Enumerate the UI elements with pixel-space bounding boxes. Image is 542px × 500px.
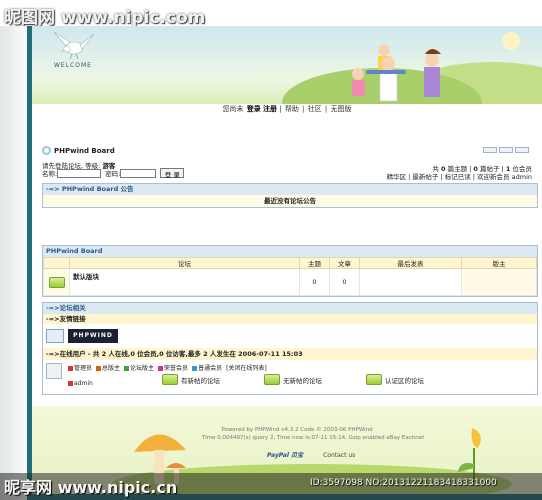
powered-line-1: Powered by PHPWind v4.3.2 Code © 2003-06… — [221, 427, 373, 433]
newest-member-link[interactable]: admin — [512, 173, 532, 181]
link-icon — [46, 329, 64, 343]
verified-forum-icon — [366, 374, 382, 385]
legend-item-admin: 管理员 — [68, 363, 92, 372]
password-input[interactable] — [120, 168, 157, 178]
table-row: 默认版块 0 0 — [43, 268, 537, 296]
legend-item-super-mod: 总版主 — [96, 363, 120, 372]
family-illustration-icon — [352, 44, 441, 102]
forum-list-header[interactable]: PHPwind Board — [43, 246, 537, 257]
legend-label: 普通会员 — [198, 365, 223, 372]
latest-posts-link[interactable]: 最新帖子 — [412, 173, 438, 181]
header-banner: WELCOME — [32, 26, 542, 104]
contact-link[interactable]: Contact us — [323, 452, 355, 459]
legend-verified-label: 认证区的论坛 — [385, 376, 424, 385]
admin-marker-icon — [68, 381, 73, 386]
users-icon — [46, 363, 62, 379]
board-title: PHPwind Board — [42, 146, 115, 155]
table-header-row: 论坛 主题 文章 最后发表 版主 — [43, 257, 537, 269]
announcement-header: -=> PHPwind Board 公告 — [43, 184, 537, 195]
nav-community-link[interactable]: 社区 — [308, 105, 322, 113]
online-user-link[interactable]: admin — [74, 380, 93, 387]
dove-logo-icon — [53, 31, 95, 60]
badge-icon — [499, 147, 513, 153]
top-watermark: 昵图网 www.nipic.com — [4, 8, 206, 28]
password-label: 密码: — [105, 170, 121, 178]
welcome-member-text: 欢迎新会员 — [477, 173, 510, 181]
digest-link[interactable]: 精华区 — [387, 173, 407, 181]
friend-links-row: PHPWIND — [43, 324, 537, 348]
forum-new-posts-icon — [48, 276, 65, 288]
badge-icon — [483, 147, 497, 153]
board-links: 精华区 | 最新帖子 | 标记已读 | 欢迎新会员 admin — [386, 173, 532, 181]
column-topics: 主题 — [299, 257, 330, 269]
nav-greeting: 您尚未 — [222, 105, 244, 113]
column-moderator: 版主 — [461, 257, 537, 269]
forum-status-cell — [43, 268, 70, 296]
legend-no-new-posts-label: 无新帖的论坛 — [283, 376, 322, 385]
legend-new-posts: 有新帖的论坛 — [162, 374, 220, 385]
forum-topics: 0 — [299, 268, 330, 296]
column-posts: 文章 — [329, 257, 360, 269]
bottom-watermark-site: 昵享网 www.nipic.cn — [4, 478, 178, 497]
standard-badges — [483, 147, 529, 153]
phpwind-link-logo[interactable]: PHPWIND — [68, 329, 118, 343]
legend-row: 管理员 总版主 论坛版主 荣誉会员 普通会员 [关闭在线列表] — [68, 363, 267, 372]
forum-name[interactable]: 默认版块 — [69, 268, 300, 296]
forum-page: WELCOME 您尚未 登录 注册 | 帮助 | 社区 | 无图版 PHPwin… — [27, 26, 542, 500]
left-shadow — [0, 26, 30, 500]
nav-help-link[interactable]: 帮助 — [285, 105, 299, 113]
forum-icon-legend: 有新帖的论坛 无新帖的论坛 认证区的论坛 — [162, 374, 424, 385]
legend-label: 管理员 — [74, 365, 93, 372]
column-last-post: 最后发表 — [359, 257, 462, 269]
login-button[interactable]: 登 录 — [160, 168, 185, 179]
welcome-text: WELCOME — [54, 62, 92, 69]
nav-text-only-link[interactable]: 无图版 — [330, 105, 351, 113]
legend-item-member: 普通会员 — [192, 363, 222, 372]
forum-last-post — [359, 268, 462, 296]
top-watermark-strip: 昵图网 www.nipic.com — [0, 0, 542, 28]
board-title-icon — [42, 146, 51, 155]
announcement-body: 最近没有论坛公告 — [43, 195, 537, 207]
legend-label: 论坛版主 — [130, 365, 155, 372]
legend-label: 荣誉会员 — [164, 365, 189, 372]
legend-item-honor: 荣誉会员 — [158, 363, 188, 372]
username-input[interactable] — [57, 168, 102, 178]
close-online-list-link[interactable]: [关闭在线列表] — [226, 363, 267, 372]
quick-login-form: 名称: 密码: 登 录 — [42, 168, 185, 179]
forum-list-panel: PHPwind Board 论坛 主题 文章 最后发表 版主 默认版块 0 0 — [42, 245, 538, 297]
column-forum: 论坛 — [69, 257, 300, 269]
forum-table: 论坛 主题 文章 最后发表 版主 默认版块 0 0 — [43, 257, 537, 296]
legend-verified: 认证区的论坛 — [366, 374, 424, 385]
username-label: 名称: — [42, 170, 58, 178]
no-new-posts-icon — [264, 374, 280, 385]
badge-icon — [515, 147, 529, 153]
paypal-logo[interactable]: PayPal 贝宝 Contact us — [267, 450, 355, 459]
online-users-header: -=>在线用户 - 共 2 人在线,0 位会员,0 位访客,最多 2 人发生在 … — [43, 348, 537, 360]
friend-links-header: -=>友情链接 — [43, 314, 537, 324]
legend-new-posts-label: 有新帖的论坛 — [181, 376, 220, 385]
nav-register-link[interactable]: 注册 — [263, 105, 277, 113]
powered-by: Powered by PHPWind v4.3.2 Code © 2003-06… — [202, 426, 425, 442]
legend-item-mod: 论坛版主 — [124, 363, 154, 372]
column-icon — [43, 257, 70, 269]
banner-sun — [502, 32, 520, 50]
bottom-watermark-strip: 昵享网 www.nipic.cn ID:3597098 NO:201312211… — [0, 473, 542, 500]
announcement-panel: -=> PHPwind Board 公告 最近没有论坛公告 — [42, 183, 538, 208]
forum-posts: 0 — [329, 268, 360, 296]
related-header: -=>论坛相关 — [43, 303, 537, 314]
bottom-watermark-id: ID:3597098 NO:20131221183418331000 — [310, 478, 497, 488]
mark-read-link[interactable]: 标记已读 — [445, 173, 471, 181]
forum-moderator — [461, 268, 537, 296]
nav-login-link[interactable]: 登录 — [247, 105, 261, 113]
new-posts-icon — [162, 374, 178, 385]
powered-line-2: Time 0.004497(s) query 2, Time now is:07… — [202, 435, 425, 441]
top-nav: 您尚未 登录 注册 | 帮助 | 社区 | 无图版 — [222, 105, 352, 113]
legend-label: 总版主 — [102, 365, 121, 372]
board-title-text[interactable]: PHPwind Board — [54, 147, 115, 155]
paypal-text: PayPal 贝宝 — [267, 452, 303, 459]
legend-no-new-posts: 无新帖的论坛 — [264, 374, 322, 385]
